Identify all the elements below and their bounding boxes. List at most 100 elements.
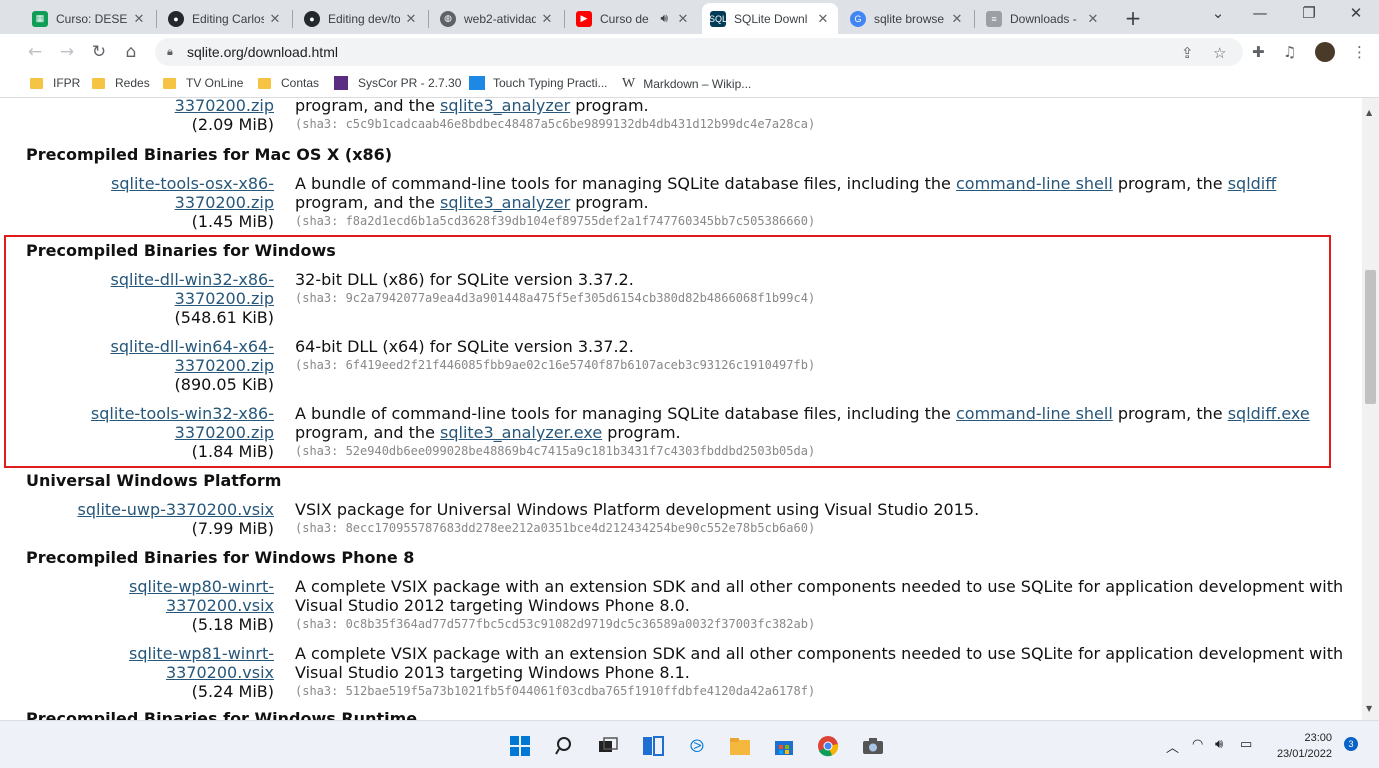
task-view-icon[interactable] <box>596 734 620 758</box>
bookmark-contas[interactable]: Contas <box>258 76 319 90</box>
file-link[interactable]: sqlite-uwp-3370200.vsix <box>78 500 275 519</box>
media-control-icon[interactable]: ♫ <box>1283 43 1296 61</box>
url-text[interactable]: sqlite.org/download.html <box>187 44 338 60</box>
file-link[interactable]: sqlite-tools-win32-x86- 3370200.zip <box>91 404 274 442</box>
vscode-icon[interactable]: ⧁ <box>685 734 709 758</box>
bookmark-star-icon[interactable]: ☆ <box>1213 44 1226 62</box>
close-icon[interactable]: ✕ <box>268 11 282 27</box>
bookmark-redes[interactable]: Redes <box>92 76 150 90</box>
scroll-thumb[interactable] <box>1365 270 1376 404</box>
scroll-down-arrow-icon[interactable]: ▼ <box>1366 704 1372 713</box>
restore-button[interactable]: ❐ <box>1294 4 1324 22</box>
file-cell: sqlite-wp81-winrt- 3370200.vsix (5.24 MiB… <box>129 644 274 701</box>
file-link[interactable]: sqlite-dll-win32-x86- 3370200.zip <box>111 270 275 308</box>
syscor-icon <box>334 76 348 90</box>
file-cell: sqlite-dll-win64-x64- 3370200.zip (890.05… <box>111 337 275 394</box>
close-icon[interactable]: ✕ <box>676 11 690 27</box>
notification-badge[interactable]: 3 <box>1344 737 1358 751</box>
sha3-hash: (sha3: c5c9b1cadcaab46e8bdbec48487a5c6be… <box>295 117 816 131</box>
close-icon[interactable]: ✕ <box>950 11 964 27</box>
store-icon[interactable] <box>772 734 796 758</box>
wikipedia-icon: W <box>622 76 636 91</box>
bookmark-markdown-wikipedia[interactable]: W Markdown – Wikip... <box>622 76 751 92</box>
analyzer-link[interactable]: sqlite3_analyzer.exe <box>440 423 602 442</box>
close-window-button[interactable]: ✕ <box>1341 4 1371 22</box>
close-icon[interactable]: ✕ <box>132 11 146 27</box>
windows-start-icon[interactable] <box>508 734 532 758</box>
sha3-hash: (sha3: 8ecc170955787683dd278ee212a0351bc… <box>295 521 816 535</box>
forward-button[interactable]: → <box>56 41 78 63</box>
close-icon[interactable]: ✕ <box>1086 11 1100 27</box>
share-icon[interactable]: ⇪ <box>1181 44 1194 62</box>
clock-time: 23:00 <box>1304 732 1332 744</box>
tab-sqlite-download[interactable]: SQL SQLite Downl ✕ <box>702 3 838 34</box>
reload-button[interactable]: ↻ <box>88 41 110 63</box>
avatar[interactable] <box>1315 42 1335 62</box>
menu-icon[interactable]: ⋮ <box>1352 43 1367 61</box>
bookmark-label: Touch Typing Practi... <box>493 76 608 90</box>
sha3-hash: (sha3: 52e940db6ee099028be48869b4c7415a9… <box>295 444 816 458</box>
widgets-icon[interactable] <box>641 734 665 758</box>
file-description: A complete VSIX package with an extensio… <box>295 577 1343 634</box>
minimize-button[interactable]: — <box>1245 4 1275 22</box>
tab-downloads[interactable]: ≡ Downloads - ✕ <box>978 3 1108 34</box>
bookmark-syscor[interactable]: SysCor PR - 2.7.30 <box>334 76 461 90</box>
section-heading-windows-phone-8: Precompiled Binaries for Windows Phone 8 <box>26 548 415 567</box>
folder-icon <box>258 77 271 89</box>
close-icon[interactable]: ✕ <box>816 11 830 27</box>
command-line-shell-link[interactable]: command-line shell <box>956 174 1113 193</box>
file-link[interactable]: sqlite-tools-osx-x86- 3370200.zip <box>111 174 274 212</box>
file-link[interactable]: sqlite-wp81-winrt- 3370200.vsix <box>129 644 274 682</box>
close-icon[interactable]: ✕ <box>404 11 418 27</box>
file-cell: 3370200.zip (2.09 MiB) <box>175 98 274 134</box>
bookmark-touch-typing[interactable]: Touch Typing Practi... <box>469 76 608 90</box>
analyzer-link[interactable]: sqlite3_analyzer <box>440 98 570 115</box>
file-link[interactable]: sqlite-dll-win64-x64- 3370200.zip <box>111 337 275 375</box>
tab-curso-desenv[interactable]: ▦ Curso: DESENV ✕ <box>24 3 154 34</box>
close-icon[interactable]: ✕ <box>540 11 554 27</box>
home-button[interactable]: ⌂ <box>120 41 142 63</box>
file-description: VSIX package for Universal Windows Platf… <box>295 500 979 538</box>
file-link[interactable]: sqlite-wp80-winrt- 3370200.vsix <box>129 577 274 615</box>
tab-editing-dev[interactable]: ● Editing dev/to ✕ <box>296 3 426 34</box>
back-button[interactable]: ← <box>24 41 46 63</box>
file-explorer-icon[interactable] <box>728 734 752 758</box>
tab-editing-carlos[interactable]: ● Editing Carlos ✕ <box>160 3 290 34</box>
lock-icon[interactable]: 🔒︎ <box>167 45 181 59</box>
tab-sqlite-browser[interactable]: G sqlite browse ✕ <box>842 3 972 34</box>
chrome-icon[interactable] <box>816 734 840 758</box>
sheet-icon: ▦ <box>32 10 48 27</box>
bookmark-tv-online[interactable]: TV OnLine <box>163 76 243 90</box>
chevron-up-icon[interactable]: ︿ <box>1166 737 1179 756</box>
sha3-hash: (sha3: f8a2d1ecd6b1a5cd3628f39db104ef897… <box>295 214 816 228</box>
analyzer-link[interactable]: sqlite3_analyzer <box>440 193 570 212</box>
clock-date: 23/01/2022 <box>1276 748 1332 760</box>
address-bar[interactable]: 🔒︎ sqlite.org/download.html ⇪ ☆ <box>155 38 1243 66</box>
extensions-icon[interactable]: ✚ <box>1252 43 1265 61</box>
command-line-shell-link[interactable]: command-line shell <box>956 404 1113 423</box>
tab-title: Downloads - <box>1010 11 1077 26</box>
camera-icon[interactable] <box>861 734 885 758</box>
page-scrollbar[interactable]: ▲ ▼ <box>1362 98 1379 720</box>
scroll-up-arrow-icon[interactable]: ▲ <box>1366 108 1372 117</box>
volume-icon[interactable]: 🔊︎ <box>1215 737 1223 752</box>
speaker-icon[interactable]: 🔊︎ <box>660 11 668 26</box>
tab-curso-de[interactable]: ▶ Curso de 🔊︎ ✕ <box>568 3 698 34</box>
sqldiff-link[interactable]: sqldiff <box>1228 174 1277 193</box>
tab-title: Curso: DESENV <box>56 11 128 26</box>
file-link[interactable]: 3370200.zip <box>175 98 274 115</box>
sqldiff-link[interactable]: sqldiff.exe <box>1228 404 1310 423</box>
tab-web2-atividade[interactable]: ◍ web2-atividad ✕ <box>432 3 562 34</box>
section-heading-macos: Precompiled Binaries for Mac OS X (x86) <box>26 145 393 164</box>
desc-text: program. <box>570 98 649 115</box>
file-size: (7.99 MiB) <box>191 519 274 538</box>
file-size: (5.24 MiB) <box>191 682 274 701</box>
wifi-icon[interactable]: ◠ <box>1192 737 1203 752</box>
tab-search-icon[interactable]: ⌄ <box>1203 4 1233 22</box>
search-icon[interactable] <box>553 734 577 758</box>
battery-icon[interactable]: ▭ <box>1240 737 1252 752</box>
bookmark-ifpr[interactable]: IFPR <box>30 76 80 90</box>
new-tab-button[interactable]: + <box>1122 6 1144 30</box>
bookmark-label: TV OnLine <box>186 76 244 90</box>
system-clock[interactable]: 23:00 23/01/2022 <box>1270 730 1332 762</box>
